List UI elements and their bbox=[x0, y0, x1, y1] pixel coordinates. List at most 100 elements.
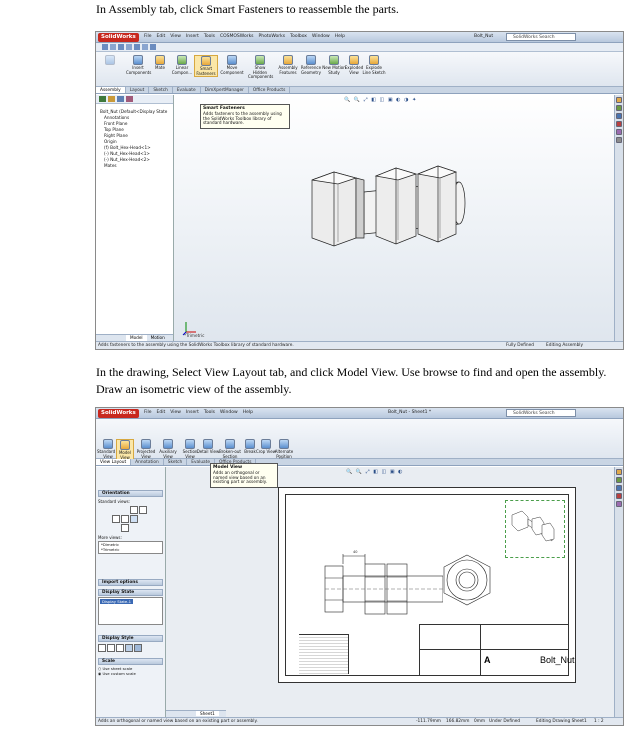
wireframe-icon[interactable] bbox=[98, 644, 106, 652]
search-input[interactable]: SolidWorks Search bbox=[506, 33, 576, 41]
feature-tree-icon[interactable] bbox=[99, 96, 106, 102]
view-bottom-icon[interactable] bbox=[121, 524, 129, 532]
view-left-icon[interactable] bbox=[139, 506, 147, 514]
graphics-area[interactable]: 🔍 🔍 ⤢ ◧ ◫ ▣ ◐ ◑ ✦ *Trimetric Smart Faste… bbox=[174, 95, 615, 341]
view-top-icon[interactable] bbox=[130, 506, 138, 514]
resources-icon[interactable] bbox=[616, 97, 622, 103]
detail-view-button[interactable]: Detail View bbox=[196, 439, 220, 455]
save-icon[interactable] bbox=[118, 44, 124, 50]
menu-edit[interactable]: Edit bbox=[157, 410, 166, 415]
auxiliary-view-button[interactable]: Auxiliary View bbox=[156, 439, 180, 459]
rebuild-icon[interactable] bbox=[142, 44, 148, 50]
appearances-icon[interactable] bbox=[616, 129, 622, 135]
config-manager-icon[interactable] bbox=[117, 96, 124, 102]
menu-toolbox[interactable]: Toolbox bbox=[290, 34, 307, 39]
menu-file[interactable]: File bbox=[144, 34, 152, 39]
appearances-icon[interactable] bbox=[616, 501, 622, 507]
scale-custom-option[interactable]: ◉ Use custom scale bbox=[98, 671, 163, 676]
pm-orientation-header[interactable]: Orientation bbox=[98, 490, 163, 497]
file-explorer-icon[interactable] bbox=[616, 113, 622, 119]
scale-custom-label: Use custom scale bbox=[102, 671, 136, 676]
view-right-icon[interactable] bbox=[121, 515, 129, 523]
hidden-lines-removed-icon[interactable] bbox=[116, 644, 124, 652]
tab-evaluate[interactable]: Evaluate bbox=[173, 87, 201, 93]
menu-window[interactable]: Window bbox=[312, 34, 330, 39]
menu-cosmosworks[interactable]: COSMOSWorks bbox=[220, 34, 254, 39]
tab-view-layout[interactable]: View Layout bbox=[96, 459, 132, 465]
design-library-icon[interactable] bbox=[616, 105, 622, 111]
tab-assembly[interactable]: Assembly bbox=[96, 87, 126, 93]
document-title: Bolt_Nut bbox=[474, 34, 494, 39]
pm-scale-header[interactable]: Scale bbox=[98, 658, 163, 665]
menu-view[interactable]: View bbox=[170, 34, 181, 39]
heads-up-view-toolbar-2[interactable]: 🔍 🔍 ⤢ ◧ ◫ ▣ ◐ bbox=[346, 469, 404, 475]
shaded-icon[interactable] bbox=[134, 644, 142, 652]
open-icon[interactable] bbox=[110, 44, 116, 50]
heads-up-view-toolbar[interactable]: 🔍 🔍 ⤢ ◧ ◫ ▣ ◐ ◑ ✦ bbox=[344, 97, 417, 103]
shaded-edges-icon[interactable] bbox=[125, 644, 133, 652]
tab-annotation[interactable]: Annotation bbox=[131, 459, 164, 465]
menu-file[interactable]: File bbox=[144, 410, 152, 415]
tab-sketch[interactable]: Sketch bbox=[149, 87, 173, 93]
reference-geometry-icon bbox=[306, 55, 316, 65]
property-manager-icon[interactable] bbox=[108, 96, 115, 102]
view-palette-icon[interactable] bbox=[616, 493, 622, 499]
explode-line-sketch-button[interactable]: Explode Line Sketch bbox=[362, 55, 386, 75]
hidden-lines-visible-icon[interactable] bbox=[107, 644, 115, 652]
undo-icon[interactable] bbox=[134, 44, 140, 50]
design-library-icon[interactable] bbox=[616, 477, 622, 483]
menu-help[interactable]: Help bbox=[335, 34, 345, 39]
print-icon[interactable] bbox=[126, 44, 132, 50]
projected-view-button[interactable]: Projected View bbox=[134, 439, 158, 459]
menu-insert[interactable]: Insert bbox=[186, 410, 199, 415]
pm-display-state-header[interactable]: Display State bbox=[98, 589, 163, 596]
search-input-2[interactable]: SolidWorks Search bbox=[506, 409, 576, 417]
view-front-icon[interactable] bbox=[112, 515, 120, 523]
task-pane bbox=[614, 95, 623, 341]
front-view bbox=[324, 554, 443, 615]
display-state-item[interactable]: Display State-1 bbox=[100, 599, 134, 604]
menu-view[interactable]: View bbox=[170, 410, 181, 415]
menu-insert[interactable]: Insert bbox=[186, 34, 199, 39]
tab-office-products[interactable]: Office Products bbox=[249, 87, 291, 93]
move-component-icon bbox=[227, 55, 237, 65]
menu-help[interactable]: Help bbox=[243, 410, 253, 415]
edit-component-button[interactable] bbox=[98, 55, 122, 66]
smart-fasteners-button[interactable]: Smart Fasteners bbox=[194, 55, 218, 77]
pm-display-style-header[interactable]: Display Style bbox=[98, 635, 163, 642]
drawing-area[interactable]: 🔍 🔍 ⤢ ◧ ◫ ▣ ◐ 40 Bolt_Nut A Model View A… bbox=[166, 463, 615, 717]
tab-layout[interactable]: Layout bbox=[126, 87, 150, 93]
menu-photoworks[interactable]: PhotoWorks bbox=[259, 34, 286, 39]
new-icon[interactable] bbox=[102, 44, 108, 50]
resources-icon[interactable] bbox=[616, 469, 622, 475]
mate-button[interactable]: Mate bbox=[148, 55, 172, 71]
tab-dimxpert[interactable]: DimXpertManager bbox=[201, 87, 249, 93]
menu-window[interactable]: Window bbox=[220, 410, 238, 415]
custom-properties-icon[interactable] bbox=[616, 137, 622, 143]
menu-edit[interactable]: Edit bbox=[157, 34, 166, 39]
insert-components-button[interactable]: Insert Components bbox=[126, 55, 151, 75]
assembly-features-button[interactable]: Assembly Features bbox=[276, 55, 300, 75]
view-orientation-label: *Trimetric bbox=[184, 333, 205, 338]
dimension-label[interactable]: 40 bbox=[353, 550, 357, 554]
tab-sketch[interactable]: Sketch bbox=[164, 459, 188, 465]
tab-sheet1[interactable]: Sheet1 bbox=[196, 711, 219, 716]
options-icon[interactable] bbox=[150, 44, 156, 50]
pm-import-options-header[interactable]: Import options bbox=[98, 579, 163, 586]
dimxpert-icon[interactable] bbox=[126, 96, 133, 102]
menu-tools[interactable]: Tools bbox=[204, 410, 215, 415]
show-hidden-components-button[interactable]: Show Hidden Components bbox=[248, 55, 273, 80]
alternate-position-icon bbox=[279, 439, 289, 449]
tree-mates[interactable]: Mates bbox=[100, 163, 173, 169]
panel-tabs bbox=[96, 95, 173, 104]
model-view-button[interactable]: Model View bbox=[116, 439, 134, 461]
view-palette-icon[interactable] bbox=[616, 121, 622, 127]
menu-tools[interactable]: Tools bbox=[204, 34, 215, 39]
view-iso-icon[interactable] bbox=[130, 515, 138, 523]
move-component-button[interactable]: Move Component bbox=[220, 55, 244, 75]
reference-geometry-button[interactable]: Reference Geometry bbox=[299, 55, 323, 75]
more-view-trimetric[interactable]: *Trimetric bbox=[101, 547, 160, 553]
file-explorer-icon[interactable] bbox=[616, 485, 622, 491]
drawing-sheet: 40 Bolt_Nut A bbox=[278, 487, 576, 683]
linear-pattern-button[interactable]: Linear Compon... bbox=[170, 55, 194, 75]
